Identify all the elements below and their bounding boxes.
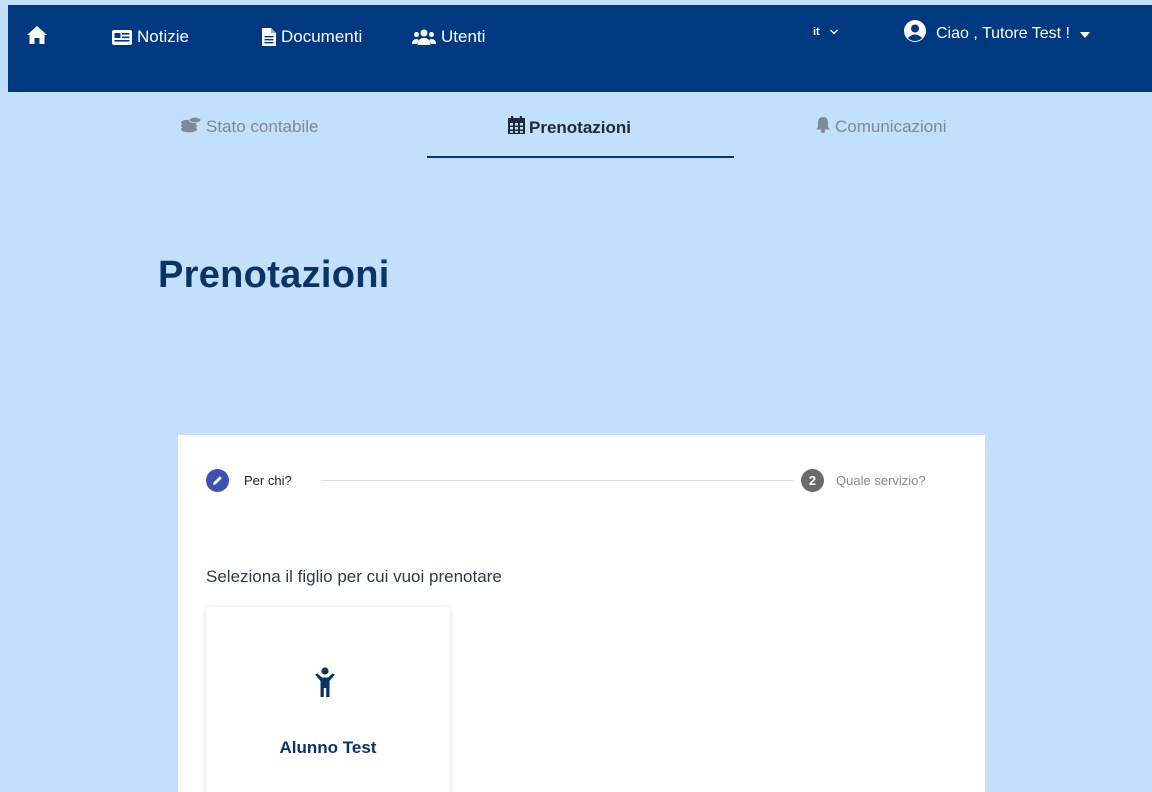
user-circle-icon <box>904 20 926 47</box>
nav-link-documenti[interactable]: Documenti <box>262 27 362 47</box>
user-greeting: Ciao , Tutore Test ! <box>936 24 1070 42</box>
step-label: Quale servizio? <box>836 473 926 488</box>
step-number: 2 <box>801 469 824 492</box>
caret-down-icon <box>1080 25 1090 43</box>
active-tab-indicator <box>427 156 734 158</box>
nav-link-label: Notizie <box>137 27 189 46</box>
nav-link-utenti[interactable]: Utenti <box>412 27 485 47</box>
step-label: Per chi? <box>244 473 292 488</box>
booking-card: Per chi? 2 Quale servizio? Seleziona il … <box>178 435 985 792</box>
newspaper-icon <box>112 29 132 45</box>
users-icon <box>412 29 436 45</box>
chevron-down-icon <box>829 26 838 38</box>
tab-label: Stato contabile <box>206 117 319 136</box>
tab-label: Prenotazioni <box>529 117 632 137</box>
tab-stato-contabile[interactable]: Stato contabile <box>180 116 318 138</box>
child-icon <box>314 667 336 702</box>
top-navbar: Notizie Documenti Utenti it Ciao , Tutor… <box>8 5 1152 92</box>
user-menu[interactable]: Ciao , Tutore Test ! <box>904 20 1090 47</box>
child-name: Alunno Test <box>279 738 377 757</box>
tab-label: Comunicazioni <box>835 117 947 136</box>
page-title: Prenotazioni <box>158 254 390 296</box>
language-selector[interactable]: it <box>813 26 838 38</box>
step-connector <box>321 480 793 481</box>
nav-link-label: Utenti <box>441 27 486 46</box>
language-code: it <box>813 26 820 38</box>
bell-icon <box>815 116 831 138</box>
stepper: Per chi? 2 Quale servizio? <box>206 469 956 493</box>
child-card[interactable]: Alunno Test <box>206 607 450 792</box>
home-icon[interactable] <box>26 25 48 45</box>
file-icon <box>262 28 276 46</box>
coins-icon <box>180 116 202 138</box>
nav-link-label: Documenti <box>281 27 363 46</box>
selection-instruction: Seleziona il figlio per cui vuoi prenota… <box>206 567 502 586</box>
pencil-icon <box>206 469 229 492</box>
tab-comunicazioni[interactable]: Comunicazioni <box>815 116 947 138</box>
nav-link-notizie[interactable]: Notizie <box>112 27 189 47</box>
tab-prenotazioni[interactable]: Prenotazioni <box>508 116 631 139</box>
calendar-icon <box>508 116 525 139</box>
